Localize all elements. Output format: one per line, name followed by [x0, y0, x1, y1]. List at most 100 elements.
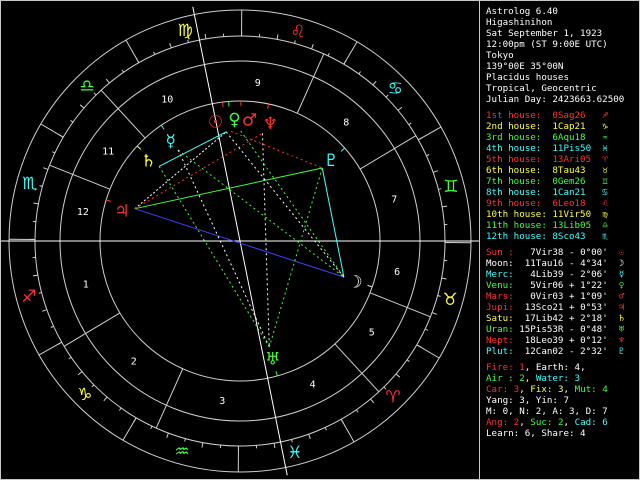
summary-text: Car: 3	[486, 384, 520, 395]
house-label: 9th house:	[486, 198, 553, 209]
degree-tick	[204, 33, 207, 39]
house-row: 2nd house: 1Cap21 ♑	[486, 121, 608, 132]
house-row: 1st house: 0Sag26 ♐	[486, 110, 608, 121]
degree-tick	[119, 407, 122, 411]
house-cusp	[359, 135, 417, 170]
planet-latitude: + 2°18'	[569, 313, 619, 324]
planet-position: 4Lib39	[513, 269, 569, 280]
zodiac-sign-icon: ♑	[77, 385, 92, 405]
degree-tick	[201, 442, 204, 448]
aspect-line	[321, 167, 345, 278]
planet-position: 17Lib42	[513, 313, 569, 324]
header-line: Tropical, Geocentric	[486, 83, 597, 94]
planet-icon: ♃	[618, 302, 625, 313]
degree-tick	[105, 78, 110, 84]
summary-text: Cad: 6	[574, 417, 608, 428]
house-number: 8	[343, 117, 349, 128]
degree-tick	[166, 432, 169, 438]
zodiac-sign-icon: ♍	[178, 21, 193, 41]
planet-position: 7Vir38	[513, 247, 569, 258]
sign-icon: ♏	[602, 231, 608, 242]
degree-tick	[291, 439, 293, 443]
degree-tick	[370, 398, 375, 404]
aspect-line	[230, 130, 323, 169]
house-value: 1Can21	[552, 187, 603, 198]
degree-tick	[327, 52, 330, 57]
degree-tick	[431, 312, 437, 315]
house-row: 9th house: 6Leo18 ♌	[486, 198, 608, 209]
sign-icon: ♓	[602, 143, 608, 154]
house-label: 1st house:	[486, 110, 553, 121]
planet-name: Uran:	[486, 324, 514, 335]
planet-latitude: - 2°06'	[569, 269, 619, 280]
house-cusp	[100, 89, 146, 139]
house-row: 3rd house: 6Aqu18 ♒	[486, 132, 608, 143]
planet-icon: ☽	[618, 258, 625, 269]
planet-glyph-icon: ♀	[228, 110, 240, 130]
zodiac-sign-icon: ♉	[443, 290, 458, 310]
planet-name: Moon:	[486, 258, 514, 269]
planet-name: Sun :	[486, 247, 514, 258]
zodiac-sign-icon: ♈	[385, 387, 400, 407]
house-number: 6	[394, 267, 400, 278]
summary-line: M: 0, N: 2, A: 3, D: 7	[486, 406, 608, 417]
planet-row: Satu: 17Lib42 + 2°18' ♄	[486, 313, 624, 324]
house-number: 4	[310, 380, 316, 391]
house-value: 13Ari05	[552, 154, 603, 165]
planet-latitude: - 0°00'	[569, 247, 619, 258]
planet-icon: ♄	[618, 313, 625, 324]
header-text: Higashinihon	[486, 17, 553, 28]
degree-tick	[51, 151, 56, 154]
info-panel: Astrolog 6.40 Higashinihon Sat September 1…	[479, 1, 640, 479]
house-cusp	[155, 368, 184, 429]
degree-tick	[50, 325, 54, 328]
degree-tick	[395, 373, 401, 378]
chart-wheel: ♐♑♒ ♓♈♉♊♋♌♍♎♏123456789101112☉☽☿♀ ♂♃♄♅♆♇	[1, 6, 479, 476]
summary-text: Water: 3	[535, 373, 581, 384]
planet-row: Mars: 0Vir03 + 1°09' ♂	[486, 291, 624, 302]
summary-text: Mut: 4	[574, 384, 608, 395]
house-number: 5	[369, 328, 375, 339]
house-row: 11th house: 13Lib05 ♎	[486, 220, 608, 231]
summary-text: ,	[563, 417, 575, 428]
degree-tick	[324, 427, 327, 431]
degree-tick	[432, 170, 439, 173]
degree-tick	[32, 274, 38, 277]
planet-row: Jupi: 13Sco21 + 0°53' ♃	[486, 302, 624, 313]
house-cusp	[296, 53, 325, 114]
summary-text: ,	[519, 384, 531, 395]
header-text: Julian Day: 2423663.62500	[486, 94, 625, 105]
summary-text: ,	[519, 417, 531, 428]
zodiac-sign-icon: ♊	[443, 177, 458, 197]
summary-text: Fire: 1	[486, 362, 525, 373]
house-number: 11	[102, 146, 114, 157]
house-label: 2nd house:	[486, 121, 553, 132]
astrolog-window: ♐ ♑ ♒ ♓ ♈ ♉ ♊ ♋ ♌ ♍ ♎ ♏ 1 2 3 4 5 6 7 8 9 10 11 12 ☉ ☽ ☿ ♀ ♂ ♃ ♄ ♅ ♆ ♇ As…	[0, 0, 640, 480]
degree-tick	[121, 69, 125, 73]
aspect-line	[134, 167, 323, 210]
planet-tick	[136, 145, 142, 150]
summary-text: Fix: 3	[530, 384, 564, 395]
planet-latitude: - 0°48'	[569, 324, 619, 335]
house-cusp	[334, 343, 380, 393]
house-number: 2	[131, 357, 137, 368]
planet-latitude: - 2°32'	[569, 346, 619, 357]
zodiac-sign-icon: ♌	[290, 22, 305, 42]
house-number: 9	[255, 78, 261, 89]
house-label: 10th house:	[486, 209, 553, 220]
planet-position: 18Leo39	[513, 335, 569, 346]
house-label: 12th house:	[486, 231, 553, 242]
header-line: Julian Day: 2423663.62500	[486, 94, 624, 105]
planet-name: Jupi:	[486, 302, 514, 313]
sign-icon: ♊	[602, 176, 608, 187]
zodiac-sign-icon: ♏	[22, 174, 37, 194]
house-value: 6Leo18	[552, 198, 603, 209]
degree-tick	[355, 409, 359, 413]
degree-tick	[57, 341, 62, 346]
planet-row: Sun : 7Vir38 - 0°00' ☉	[486, 247, 624, 258]
planet-position: 0Vir03	[513, 291, 569, 302]
degree-tick	[397, 106, 403, 111]
header-line: 139°00E 35°00N	[486, 61, 563, 72]
degree-tick	[442, 205, 448, 208]
house-label: 11th house:	[486, 220, 553, 231]
